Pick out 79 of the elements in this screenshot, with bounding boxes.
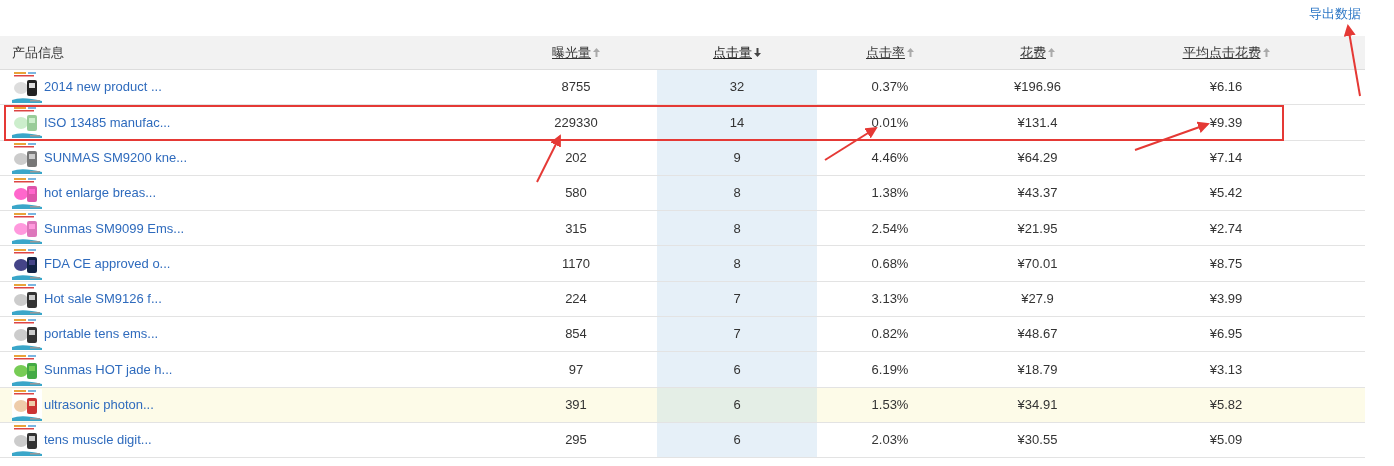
table-cell-text: 391: [565, 396, 587, 415]
table-cell-text: 8: [733, 219, 741, 238]
table-cell-text: 0.68%: [871, 254, 909, 273]
table-cell-text: 0.82%: [871, 325, 909, 344]
table-cell-text: ¥27.9: [1021, 290, 1054, 309]
sort-header[interactable]: 点击率: [866, 42, 914, 63]
table-cell-text: ¥6.16: [1209, 78, 1243, 97]
product-link[interactable]: ultrasonic photon...: [44, 395, 154, 415]
sort-header[interactable]: 曝光量: [552, 42, 600, 63]
product-link[interactable]: Sunmas SM9099 Ems...: [44, 218, 185, 239]
table-cell-text: ¥2.74: [1209, 219, 1243, 238]
sort-header[interactable]: 平均点击花费: [1182, 42, 1270, 63]
export-link[interactable]: 导出数据: [1309, 4, 1361, 24]
table-cell-text: 14: [729, 113, 745, 132]
table-cell-text: ¥30.55: [1017, 431, 1058, 450]
table-cell-text: ¥131.4: [1017, 113, 1058, 132]
product-link[interactable]: FDA CE approved o...: [44, 253, 171, 274]
sort-up-icon: [593, 48, 600, 57]
table-cell-text: ¥70.01: [1017, 254, 1058, 273]
table-cell-text: 8: [733, 254, 741, 273]
table-cell-text: ¥3.13: [1209, 360, 1243, 379]
table-cell-text: 854: [565, 325, 587, 344]
table-cell-text: ¥8.75: [1209, 254, 1243, 273]
product-link[interactable]: hot enlarge breas...: [44, 183, 157, 203]
product-link[interactable]: Sunmas HOT jade h...: [44, 359, 173, 380]
table-cell-text: ¥5.82: [1209, 396, 1243, 415]
table-cell-text: 224: [565, 290, 587, 309]
column-header: 产品信息: [12, 43, 64, 62]
table-cell-text: 3.13%: [871, 290, 909, 309]
sort-up-icon: [1262, 48, 1270, 57]
table-cell-text: 295: [565, 431, 587, 450]
sort-up-icon: [1048, 48, 1055, 57]
product-link[interactable]: SUNMAS SM9200 kne...: [44, 148, 188, 168]
product-link[interactable]: ISO 13485 manufac...: [44, 112, 171, 133]
table-cell-text: 6: [733, 396, 741, 415]
table-cell-text: 1.38%: [871, 184, 909, 203]
product-link[interactable]: Hot sale SM9126 f...: [44, 289, 162, 309]
table-cell-text: 2.03%: [871, 431, 909, 450]
sort-down-icon: [754, 48, 761, 57]
table-cell-text: 7: [733, 290, 741, 309]
table-cell-text: 97: [568, 360, 584, 379]
table-cell-text: 32: [729, 78, 745, 97]
table-cell-text: 202: [565, 149, 587, 167]
table-cell-text: ¥3.99: [1209, 290, 1243, 309]
table-cell-text: ¥64.29: [1017, 149, 1058, 167]
table-cell-text: 8755: [561, 78, 591, 97]
table-cell-text: ¥196.96: [1014, 78, 1061, 97]
table-cell-text: 580: [565, 184, 587, 203]
table-cell-text: ¥7.14: [1209, 149, 1243, 167]
table-cell-text: ¥43.37: [1017, 184, 1058, 203]
table-cell-text: 6: [733, 431, 741, 450]
product-link[interactable]: portable tens ems...: [44, 324, 159, 344]
table-cell-text: 7: [733, 325, 741, 344]
table-cell-text: ¥6.95: [1209, 325, 1243, 344]
table-cell-text: 0.01%: [871, 113, 909, 132]
table-cell-text: ¥5.42: [1209, 184, 1243, 203]
table-cell-text: 6.19%: [871, 360, 909, 379]
annotation-arrow: [536, 134, 561, 183]
table-cell-text: 0.37%: [871, 78, 909, 97]
table-cell-text: 1170: [562, 254, 590, 273]
table-cell-text: ¥18.79: [1017, 360, 1058, 379]
table-cell-text: ¥34.91: [1017, 396, 1058, 415]
table-cell-text: 9: [733, 149, 741, 167]
sort-header[interactable]: 点击量: [713, 42, 761, 63]
table-cell-text: 315: [565, 219, 587, 238]
table-cell-text: 4.46%: [871, 149, 909, 167]
table-cell-text: ¥5.09: [1209, 431, 1243, 450]
table-cell-text: 2.54%: [871, 219, 909, 238]
table-cell-text: 1.53%: [871, 396, 909, 415]
table-cell-text: ¥9.39: [1209, 113, 1243, 132]
table-cell-text: ¥21.95: [1017, 219, 1058, 238]
sort-header[interactable]: 花费: [1020, 42, 1055, 63]
sort-up-icon: [907, 48, 914, 57]
product-link[interactable]: 2014 new product ...: [44, 77, 162, 97]
table-cell-text: 229330: [554, 113, 598, 132]
product-link[interactable]: tens muscle digit...: [44, 430, 152, 450]
table-cell-text: ¥48.67: [1017, 325, 1058, 344]
table-cell-text: 6: [733, 360, 741, 379]
table-cell-text: 8: [733, 184, 741, 203]
